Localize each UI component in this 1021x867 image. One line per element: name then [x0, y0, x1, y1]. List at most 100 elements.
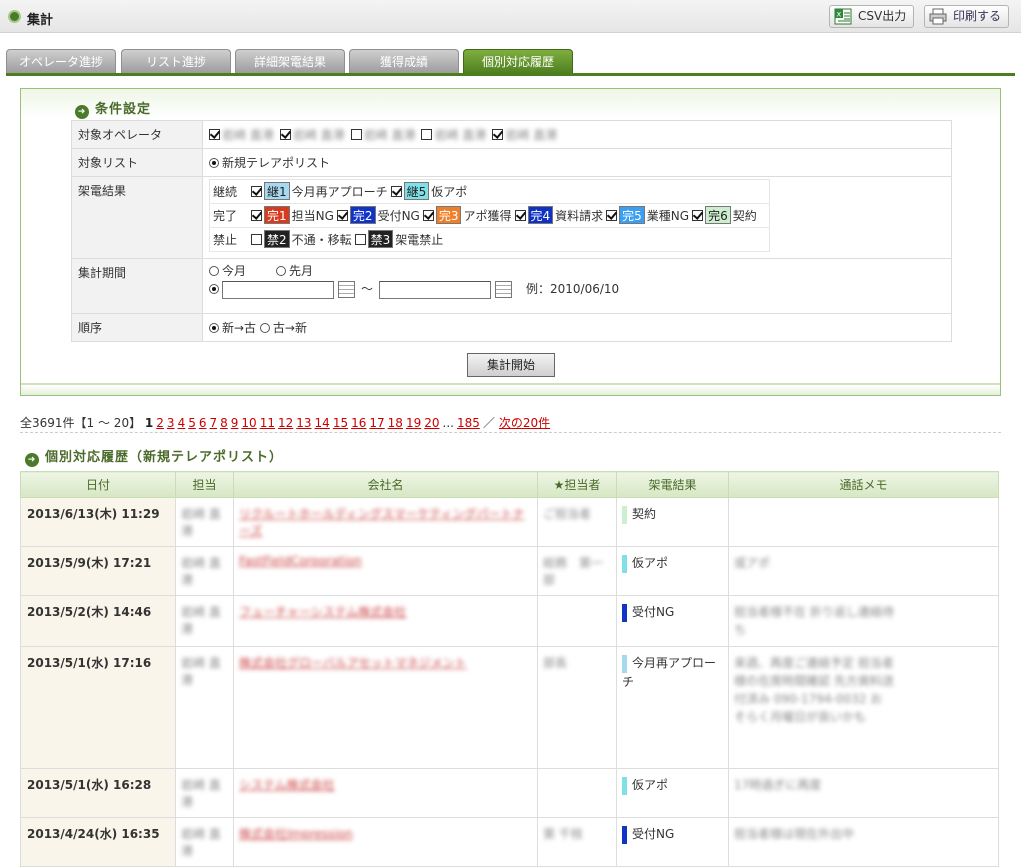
history-date: 2013/5/1(水) 17:16	[27, 656, 152, 670]
result-checkbox[interactable]	[251, 234, 262, 245]
page-link[interactable]: 4	[178, 416, 186, 430]
result-checkbox[interactable]	[390, 186, 402, 197]
page-link-last[interactable]: 185	[457, 416, 480, 430]
page-link[interactable]: 7	[209, 416, 217, 430]
period-this-month-radio[interactable]	[209, 266, 219, 276]
page-link[interactable]: 14	[315, 416, 330, 430]
list-radio[interactable]	[209, 158, 219, 168]
result-checkbox[interactable]	[514, 210, 526, 221]
period-from-input[interactable]	[222, 280, 334, 299]
operator-checkbox[interactable]	[279, 129, 291, 140]
top-header: 集計 x CSV出力 印刷する	[0, 0, 1021, 33]
result-checkbox[interactable]	[422, 210, 434, 221]
page-link[interactable]: 10	[241, 416, 256, 430]
list-value: 新規テレアポリスト	[222, 156, 331, 170]
total-count: 全3691件	[20, 416, 75, 430]
page-link[interactable]: 11	[260, 416, 275, 430]
result-option-label: 架電禁止	[395, 233, 444, 247]
page-link[interactable]: 18	[388, 416, 403, 430]
page-link[interactable]: 2	[156, 416, 164, 430]
result-badge: 禁2	[264, 230, 290, 248]
history-company-link[interactable]: システム株式会社	[239, 778, 335, 792]
result-option-label: 担当NG	[291, 209, 334, 223]
page-link[interactable]: 17	[369, 416, 384, 430]
result-checkbox[interactable]	[251, 210, 262, 221]
operator-checkbox[interactable]	[350, 129, 362, 140]
calendar-icon[interactable]	[338, 281, 355, 298]
history-person: ご担当者	[543, 507, 592, 521]
result-badge: 禁3	[367, 230, 394, 248]
operator-name: 岩崎 直港	[292, 128, 345, 142]
page-link[interactable]: 3	[167, 416, 175, 430]
calendar-icon[interactable]	[495, 281, 513, 298]
order-new-label: 新→古	[222, 321, 257, 335]
result-badge: 完1	[264, 206, 290, 224]
result-checkbox[interactable]	[606, 210, 618, 221]
period-custom-radio[interactable]	[209, 284, 219, 294]
result-checkbox[interactable]	[354, 234, 366, 245]
history-company-link[interactable]: フューチャーシステム株式会社	[239, 605, 406, 619]
history-result: 受付NG	[632, 827, 675, 841]
page-link[interactable]: 9	[231, 416, 239, 430]
start-aggregation-button[interactable]: 集計開始	[467, 353, 555, 377]
history-company-link[interactable]: FastFieldCorporation	[239, 554, 362, 568]
order-old-radio[interactable]	[259, 323, 270, 333]
operator-name: 岩崎 直港	[505, 128, 558, 142]
page-link[interactable]: 19	[406, 416, 421, 430]
page-link[interactable]: 20	[424, 416, 439, 430]
history-result: 受付NG	[632, 605, 675, 619]
print-button[interactable]: 印刷する	[924, 5, 1009, 28]
result-checkbox[interactable]	[336, 210, 348, 221]
period-to-input[interactable]	[379, 280, 492, 299]
arrow-circle-icon: ➜	[75, 105, 89, 119]
history-date: 2013/5/2(木) 14:46	[27, 605, 152, 619]
result-option-label: 仮アポ	[431, 185, 468, 199]
result-checkbox[interactable]	[692, 210, 704, 221]
operator-checkbox[interactable]	[209, 129, 220, 140]
operator-options: 岩崎 直港 岩崎 直港 岩崎 直港 岩崎 直港 岩崎 直港	[202, 120, 952, 149]
result-option-label: 資料請求	[555, 209, 604, 223]
page-link[interactable]: 6	[199, 416, 207, 430]
result-checkbox[interactable]	[251, 186, 262, 197]
excel-icon: x	[834, 8, 852, 25]
order-new-radio[interactable]	[209, 323, 219, 333]
tab-list-progress[interactable]: リスト進捗	[121, 49, 231, 74]
page-link[interactable]: 5	[188, 416, 196, 430]
printer-icon	[929, 8, 947, 25]
result-badge: 完2	[349, 206, 376, 224]
conditions-panel: ➜ 条件設定 対象オペレータ 岩崎 直港 岩崎 直港 岩崎 直港 岩崎 直港 岩崎 直港 …	[20, 88, 1001, 396]
operator-checkbox[interactable]	[421, 129, 433, 140]
result-option-label: 業種NG	[646, 209, 690, 223]
next-page-link[interactable]: 次の20件	[499, 416, 550, 430]
result-badge: 完6	[705, 206, 731, 224]
history-company-link[interactable]: リクルートホールディングスマーケティングパートナーズ	[239, 507, 524, 538]
tab-individual-history[interactable]: 個別対応履歴	[463, 49, 573, 74]
page-link[interactable]: 8	[220, 416, 228, 430]
period-example: 例：2010/06/10	[526, 282, 620, 296]
tab-bar: オペレータ進捗 リスト進捗 詳細架電結果 獲得成績 個別対応履歴	[6, 49, 1016, 74]
history-staff: 岩崎 直港	[181, 507, 221, 538]
page-link[interactable]: 16	[351, 416, 366, 430]
page-link[interactable]: 13	[296, 416, 311, 430]
page-link[interactable]: 12	[278, 416, 293, 430]
result-group-label: 継続	[213, 185, 238, 199]
history-company-link[interactable]: 株式会社グローバルアセットマネジメント	[239, 656, 467, 670]
history-row: 2013/6/13(木) 11:29 岩崎 直港 リクルートホールディングスマーケテ…	[20, 497, 999, 547]
current-page: 1	[144, 416, 154, 430]
page-link[interactable]: 15	[333, 416, 348, 430]
period-last-month-label: 先月	[289, 264, 314, 278]
tab-operator-progress[interactable]: オペレータ進捗	[6, 49, 116, 74]
result-color-bar	[622, 603, 627, 622]
csv-export-button[interactable]: x CSV出力	[829, 5, 914, 28]
operator-checkbox[interactable]	[492, 129, 504, 140]
list-label: 対象リスト	[71, 148, 203, 177]
history-company-link[interactable]: 株式会社Impression	[239, 827, 353, 841]
period-last-month-radio[interactable]	[276, 266, 287, 276]
result-option-label: 契約	[732, 209, 757, 223]
result-option-label: アポ獲得	[463, 209, 512, 223]
tab-acquisition[interactable]: 獲得成績	[349, 49, 459, 74]
result-group-label: 完了	[213, 209, 238, 223]
result-badge: 継1	[264, 182, 290, 200]
tab-call-result-detail[interactable]: 詳細架電結果	[235, 49, 345, 74]
col-company: 会社名	[233, 471, 538, 498]
